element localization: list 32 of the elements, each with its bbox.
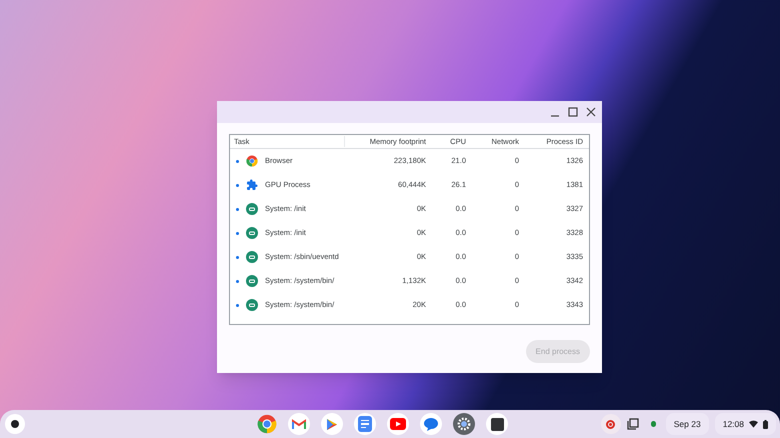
android-icon xyxy=(246,299,258,311)
mail-icon[interactable] xyxy=(288,413,310,435)
play-store-icon[interactable] xyxy=(321,413,344,435)
document-icon[interactable] xyxy=(354,413,376,435)
android-icon xyxy=(246,203,258,215)
bullet-icon xyxy=(236,184,239,186)
system-tray[interactable]: 12:08 xyxy=(714,413,776,435)
bullet-icon xyxy=(236,256,239,258)
puzzle-piece-icon xyxy=(246,179,258,191)
date-button[interactable]: Sep 23 xyxy=(666,413,709,435)
android-icon xyxy=(246,251,258,263)
close-icon[interactable] xyxy=(586,107,596,117)
bullet-icon xyxy=(236,208,239,210)
android-icon xyxy=(246,275,258,287)
browser-logo-icon[interactable] xyxy=(257,414,278,434)
wifi-icon xyxy=(749,420,758,428)
video-play-icon[interactable] xyxy=(387,413,410,435)
chat-bubble-icon[interactable] xyxy=(420,413,442,435)
launcher-button[interactable] xyxy=(5,414,25,434)
bullet-icon xyxy=(236,232,239,234)
browser-logo-icon xyxy=(246,155,258,167)
bullet-icon xyxy=(236,304,239,306)
screen-record-icon[interactable] xyxy=(600,414,621,434)
terminal-icon[interactable] xyxy=(486,413,508,435)
android-icon xyxy=(246,227,258,239)
settings-icon[interactable] xyxy=(453,413,476,435)
clock-time: 12:08 xyxy=(722,418,744,430)
maximize-icon[interactable] xyxy=(568,107,578,117)
bullet-icon xyxy=(236,280,239,282)
battery-icon xyxy=(763,420,768,428)
bullet-icon xyxy=(236,160,239,162)
windows-icon[interactable] xyxy=(626,418,639,430)
